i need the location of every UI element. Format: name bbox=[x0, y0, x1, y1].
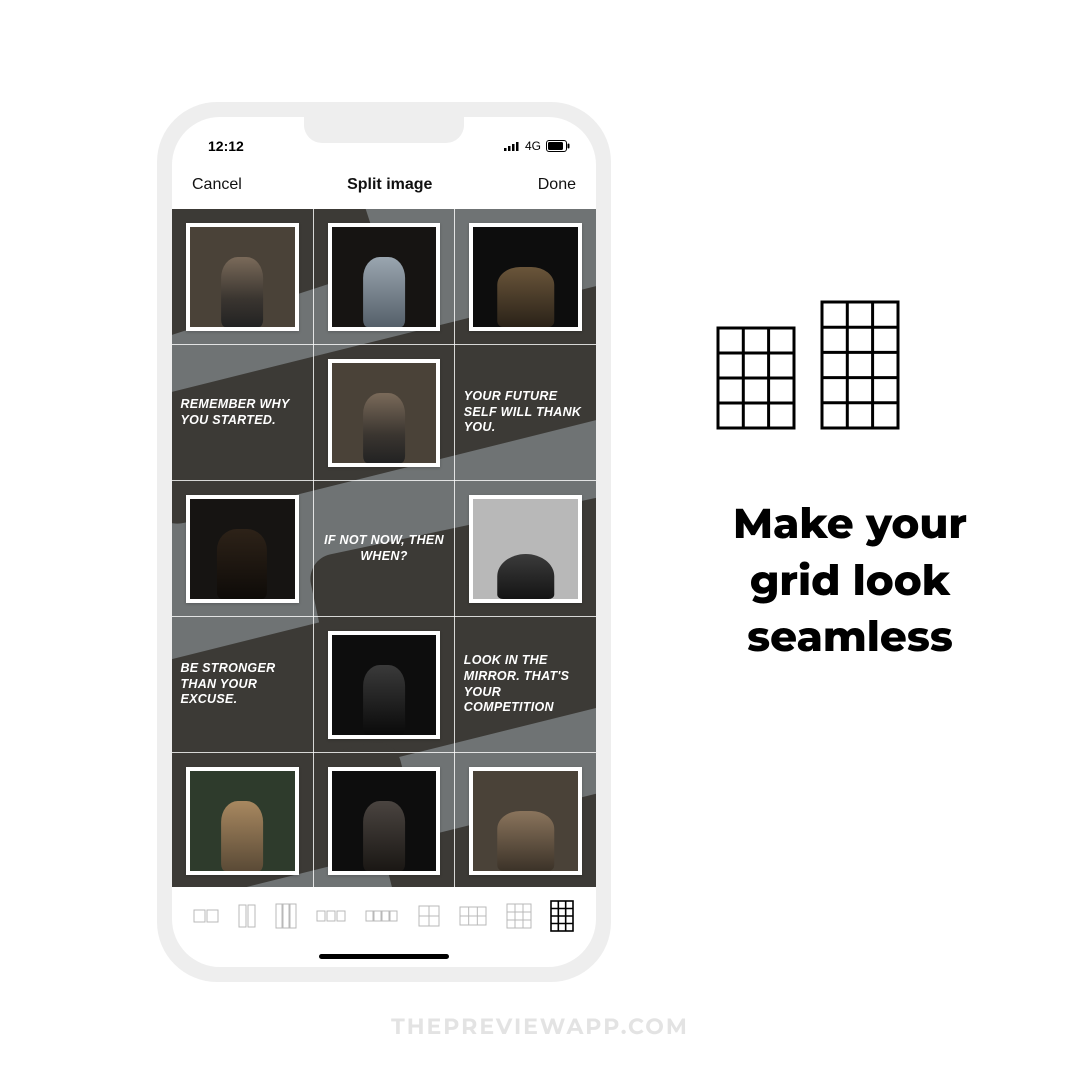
home-indicator[interactable] bbox=[319, 954, 449, 959]
split-option-4x3[interactable] bbox=[550, 900, 574, 932]
split-option-3x3[interactable] bbox=[506, 903, 532, 929]
phone-mockup: 12:12 4G Cancel Split image Done bbox=[157, 102, 611, 982]
quote-text: BE STRONGER THAN YOUR EXCUSE. bbox=[180, 661, 304, 708]
grid-cell-1-1[interactable] bbox=[172, 209, 313, 344]
split-option-2x2[interactable] bbox=[418, 905, 440, 927]
photo-tile bbox=[469, 767, 582, 875]
split-preview-area[interactable]: REMEMBER WHY YOU STARTED. YOUR FUTURE SE… bbox=[172, 209, 596, 887]
photo-tile bbox=[328, 631, 441, 739]
photo-tile bbox=[328, 767, 441, 875]
phone-screen: 12:12 4G Cancel Split image Done bbox=[172, 117, 596, 967]
split-option-1x2h[interactable] bbox=[193, 909, 219, 923]
grid-cell-3-2[interactable]: IF NOT NOW, THEN WHEN? bbox=[314, 481, 455, 616]
photo-tile bbox=[186, 495, 299, 603]
quote-text: LOOK IN THE MIRROR. THAT'S YOUR COMPETIT… bbox=[464, 653, 588, 716]
split-option-1x3h[interactable] bbox=[316, 910, 346, 922]
nav-title: Split image bbox=[347, 176, 432, 194]
grid-cell-5-1[interactable] bbox=[172, 753, 313, 887]
done-button[interactable]: Done bbox=[538, 176, 576, 194]
photo-tile bbox=[328, 223, 441, 331]
split-option-1x3v[interactable] bbox=[275, 903, 297, 929]
status-right: 4G bbox=[504, 139, 570, 153]
split-options-bar bbox=[172, 891, 596, 941]
grid-cell-1-3[interactable] bbox=[455, 209, 596, 344]
photo-tile bbox=[469, 495, 582, 603]
grid-3x4-icon bbox=[716, 326, 796, 435]
grid-icons bbox=[716, 300, 1030, 435]
grid-cell-2-1[interactable]: REMEMBER WHY YOU STARTED. bbox=[172, 345, 313, 480]
quote-text: REMEMBER WHY YOU STARTED. bbox=[180, 397, 304, 428]
split-option-1x4[interactable] bbox=[365, 910, 399, 922]
grid-cell-4-2[interactable] bbox=[314, 617, 455, 752]
quote-text: YOUR FUTURE SELF WILL THANK YOU. bbox=[464, 389, 588, 436]
grid-cell-2-2[interactable] bbox=[314, 345, 455, 480]
grid-cell-1-2[interactable] bbox=[314, 209, 455, 344]
photo-tile bbox=[186, 767, 299, 875]
grid-cell-5-2[interactable] bbox=[314, 753, 455, 887]
watermark-text: THEPREVIEWAPP.COM bbox=[391, 1013, 689, 1040]
grid-cell-3-3[interactable] bbox=[455, 481, 596, 616]
photo-tile bbox=[186, 223, 299, 331]
photo-tile bbox=[328, 359, 441, 467]
grid-cell-2-3[interactable]: YOUR FUTURE SELF WILL THANK YOU. bbox=[455, 345, 596, 480]
phone-notch bbox=[304, 117, 464, 143]
headline-text: Make your grid look seamless bbox=[700, 495, 1000, 665]
split-option-1x2v[interactable] bbox=[238, 904, 256, 928]
promo-right-block: Make your grid look seamless bbox=[700, 300, 1030, 665]
grid-3x5-icon bbox=[820, 300, 900, 435]
battery-icon bbox=[546, 140, 570, 152]
grid-cell-3-1[interactable] bbox=[172, 481, 313, 616]
split-option-2x3[interactable] bbox=[459, 906, 487, 926]
status-time: 12:12 bbox=[208, 138, 244, 154]
status-network: 4G bbox=[525, 139, 541, 153]
grid-cell-5-3[interactable] bbox=[455, 753, 596, 887]
cancel-button[interactable]: Cancel bbox=[192, 176, 242, 194]
nav-bar: Cancel Split image Done bbox=[172, 163, 596, 207]
photo-tile bbox=[469, 223, 582, 331]
grid-cell-4-3[interactable]: LOOK IN THE MIRROR. THAT'S YOUR COMPETIT… bbox=[455, 617, 596, 752]
signal-icon bbox=[504, 141, 520, 151]
quote-text: IF NOT NOW, THEN WHEN? bbox=[322, 533, 446, 564]
grid-cell-4-1[interactable]: BE STRONGER THAN YOUR EXCUSE. bbox=[172, 617, 313, 752]
